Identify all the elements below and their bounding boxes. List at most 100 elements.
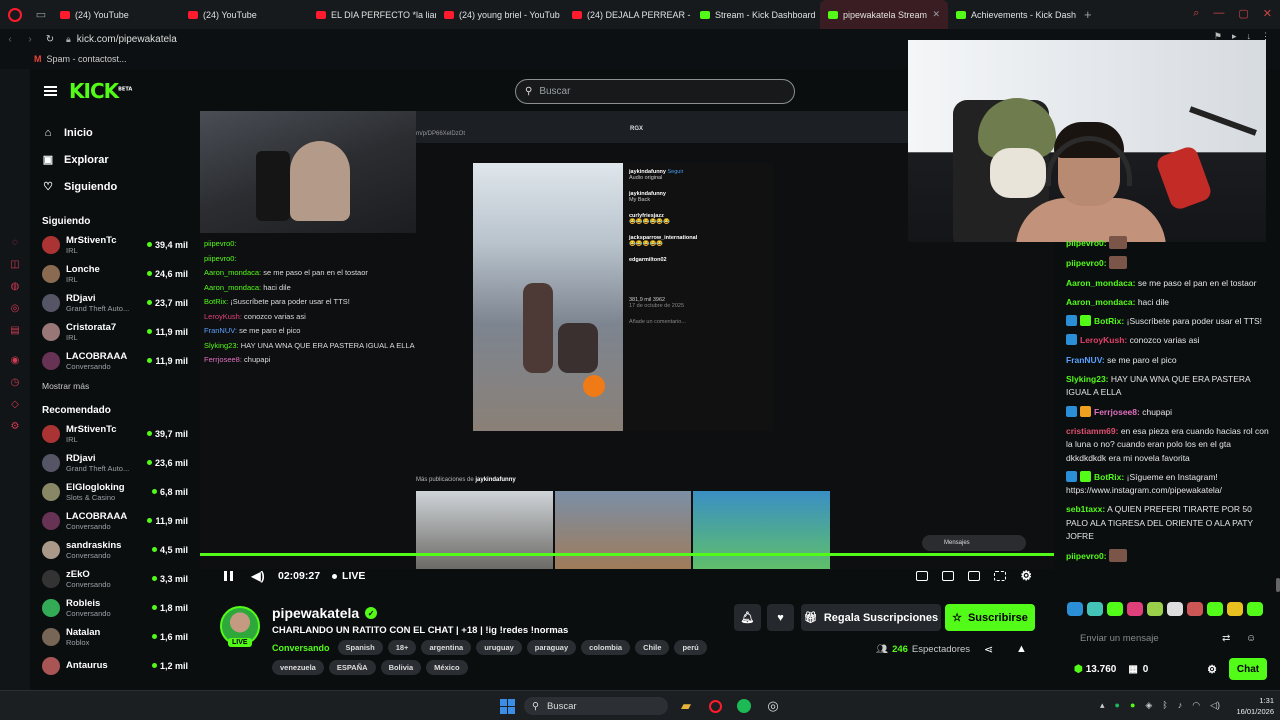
browser-tab[interactable]: Achievements - Kick Dash bbox=[948, 0, 1076, 29]
bookmark-item[interactable]: Spam - contactost... bbox=[47, 54, 127, 64]
settings-gear-icon[interactable]: ⚙ bbox=[1020, 568, 1032, 584]
category-link[interactable]: Conversando bbox=[272, 643, 330, 653]
browser-tab[interactable]: (24) YouTube bbox=[52, 0, 180, 29]
chat-username[interactable]: LeroyKush: bbox=[1080, 335, 1127, 345]
sidebar-history-icon[interactable]: ◷ bbox=[0, 371, 30, 393]
chat-username[interactable]: FranNUV: bbox=[1066, 355, 1105, 365]
stream-tag[interactable]: Chile bbox=[635, 640, 670, 655]
hamburger-menu-icon[interactable] bbox=[44, 86, 57, 96]
emote-icon[interactable] bbox=[1127, 602, 1143, 616]
chat-username[interactable]: Aaron_mondaca: bbox=[1066, 278, 1135, 288]
stream-tag[interactable]: Spanish bbox=[337, 640, 383, 655]
sidebar-messenger-icon[interactable]: ◍ bbox=[0, 275, 30, 297]
browser-tab[interactable]: EL DIA PERFECTO *la liam bbox=[308, 0, 436, 29]
sidebar-settings-icon[interactable]: ⚙ bbox=[0, 415, 30, 437]
emote-icon[interactable] bbox=[1227, 602, 1243, 616]
sidebar-channel[interactable]: Cristorata7 IRL 11,9 mil bbox=[30, 317, 200, 346]
follow-button[interactable]: ♥ bbox=[767, 604, 794, 631]
clip-icon[interactable] bbox=[916, 571, 929, 581]
volume-icon[interactable]: ◀) bbox=[251, 563, 264, 589]
browser-tab[interactable]: (24) DEJALA PERREAR - Y bbox=[564, 0, 692, 29]
chat-username[interactable]: seb1taxx: bbox=[1066, 504, 1105, 514]
gift-subs-button[interactable]: 🎁︎ Regala Suscripciones bbox=[801, 604, 941, 631]
tray-icon[interactable]: ▴ bbox=[1100, 700, 1105, 711]
chat-username[interactable]: Ferrjosee8: bbox=[1094, 407, 1140, 417]
tray-volume-icon[interactable]: ◁) bbox=[1210, 700, 1220, 711]
stream-tag[interactable]: venezuela bbox=[272, 660, 324, 675]
tray-bluetooth-icon[interactable]: ᛒ bbox=[1162, 700, 1167, 711]
tray-spotify-icon[interactable]: ● bbox=[1115, 700, 1120, 711]
translate-icon[interactable]: ⇄ bbox=[1222, 633, 1230, 644]
gift-icon[interactable]: ▦ bbox=[1128, 664, 1137, 675]
search-tabs-icon[interactable]: ⌕ bbox=[1193, 7, 1199, 20]
channel-name[interactable]: pipewakatela bbox=[272, 605, 359, 621]
sidebar-channel[interactable]: Robleis Conversando 1,8 mil bbox=[30, 593, 200, 622]
sidebar-channel[interactable]: sandraskins Conversando 4,5 mil bbox=[30, 535, 200, 564]
sidebar-aria-icon[interactable]: ◌ bbox=[0, 231, 30, 253]
channel-points-icon[interactable]: ⬢ bbox=[1074, 664, 1083, 675]
sidebar-channel[interactable]: Natalan Roblox 1,6 mil bbox=[30, 622, 200, 651]
search-input[interactable]: ⚲ Buscar bbox=[515, 79, 795, 104]
close-window-icon[interactable]: ✕ bbox=[1263, 7, 1272, 20]
chat-message-input[interactable]: Enviar un mensaje ⇄ ☺ bbox=[1068, 625, 1267, 651]
chat-username[interactable]: Slyking23: bbox=[1066, 374, 1109, 384]
tray-mic-icon[interactable]: ♪ bbox=[1178, 700, 1183, 711]
chat-username[interactable]: piipevro0: bbox=[1066, 551, 1107, 561]
stream-tag[interactable]: argentina bbox=[421, 640, 472, 655]
sidebar-channel[interactable]: LACOBRAAA Conversando 11,9 mil bbox=[30, 346, 200, 375]
sidebar-channel[interactable]: LACOBRAAA Conversando 11,9 mil bbox=[30, 506, 200, 535]
fullscreen-icon[interactable] bbox=[994, 571, 1007, 581]
opera-taskbar-icon[interactable] bbox=[706, 697, 724, 715]
stream-tag[interactable]: México bbox=[426, 660, 468, 675]
emote-icon[interactable] bbox=[1207, 602, 1223, 616]
theater-mode-icon[interactable] bbox=[942, 571, 955, 581]
stream-tag[interactable]: ESPAÑA bbox=[328, 660, 376, 675]
stream-tag[interactable]: Bolivia bbox=[380, 660, 422, 675]
sidebar-discord-icon[interactable]: ▤ bbox=[0, 319, 30, 341]
browser-tab[interactable]: pipewakatela Stream ✕ bbox=[820, 0, 948, 29]
taskbar-search[interactable]: ⚲ Buscar bbox=[524, 697, 668, 715]
share-icon[interactable]: ⋖ bbox=[984, 643, 993, 656]
new-tab-icon[interactable]: + bbox=[1076, 7, 1100, 22]
spotify-icon[interactable] bbox=[735, 697, 753, 715]
emote-icon[interactable] bbox=[1087, 602, 1103, 616]
pip-icon[interactable] bbox=[968, 571, 981, 581]
emote-icon[interactable] bbox=[1147, 602, 1163, 616]
emoji-icon[interactable]: ☺ bbox=[1246, 633, 1256, 644]
video-progress-bar[interactable] bbox=[200, 553, 1054, 556]
sidebar-channel[interactable]: RDjavi Grand Theft Auto... 23,6 mil bbox=[30, 448, 200, 477]
nav-item-siguiendo[interactable]: ♡ Siguiendo bbox=[30, 173, 200, 200]
emote-icon[interactable] bbox=[1167, 602, 1183, 616]
stream-tag[interactable]: colombia bbox=[581, 640, 631, 655]
stream-tag[interactable]: 18+ bbox=[387, 640, 417, 655]
tray-wifi-icon[interactable]: ◠ bbox=[1192, 700, 1200, 711]
reload-icon[interactable]: ↻ bbox=[40, 34, 60, 45]
taskbar-clock[interactable]: 1:31 16/01/2026 bbox=[1236, 695, 1274, 717]
url-field[interactable]: kick.com/pipewakatela bbox=[77, 34, 177, 45]
chat-username[interactable]: piipevro0: bbox=[1066, 238, 1107, 248]
sidebar-shop-icon[interactable]: ◫ bbox=[0, 253, 30, 275]
chat-username[interactable]: piipevro0: bbox=[1066, 258, 1107, 268]
emote-icon[interactable] bbox=[1187, 602, 1203, 616]
stream-tag[interactable]: uruguay bbox=[476, 640, 522, 655]
emote-icon[interactable] bbox=[1067, 602, 1083, 616]
nav-item-inicio[interactable]: ⌂ Inicio bbox=[30, 119, 200, 146]
chat-username[interactable]: Aaron_mondaca: bbox=[1066, 297, 1135, 307]
chat-settings-icon[interactable]: ⚙ bbox=[1207, 663, 1217, 676]
sidebar-channel[interactable]: MrStivenTc IRL 39,7 mil bbox=[30, 419, 200, 448]
stream-tag[interactable]: paraguay bbox=[526, 640, 577, 655]
back-icon[interactable]: ‹ bbox=[0, 34, 20, 45]
minimize-icon[interactable]: — bbox=[1213, 7, 1224, 20]
sidebar-channel[interactable]: ElGlogloking Slots & Casino 6,8 mil bbox=[30, 477, 200, 506]
start-button[interactable] bbox=[497, 697, 517, 715]
page-scrollbar[interactable] bbox=[1276, 578, 1280, 592]
chat-send-button[interactable]: Chat bbox=[1229, 658, 1267, 680]
browser-tab[interactable]: (24) young briel - YouTub bbox=[436, 0, 564, 29]
maximize-icon[interactable]: ▢ bbox=[1238, 7, 1248, 20]
sidebar-channel[interactable]: Antaurus 1,2 mil bbox=[30, 651, 200, 680]
sidebar-channel[interactable]: MrStivenTc IRL 39,4 mil bbox=[30, 230, 200, 259]
tray-app-icon[interactable]: ● bbox=[1130, 700, 1135, 711]
stream-tag[interactable]: perú bbox=[674, 640, 707, 655]
browser-tab[interactable]: (24) YouTube bbox=[180, 0, 308, 29]
chat-username[interactable]: cristiamm69: bbox=[1066, 426, 1118, 436]
